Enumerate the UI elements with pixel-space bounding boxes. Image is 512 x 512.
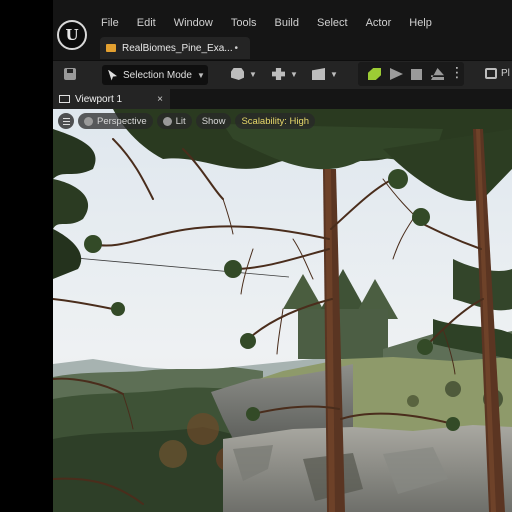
- selection-mode-dropdown[interactable]: Selection Mode ▼: [102, 65, 208, 85]
- blueprint-button[interactable]: ▼: [272, 68, 298, 80]
- close-icon[interactable]: ×: [157, 94, 163, 105]
- viewport-tab[interactable]: Viewport 1 ×: [53, 89, 170, 109]
- blueprint-icon: [272, 68, 285, 80]
- menu-select[interactable]: Select: [317, 17, 348, 29]
- menu-build[interactable]: Build: [275, 17, 299, 29]
- menu-file[interactable]: File: [101, 17, 119, 29]
- play-settings-icon[interactable]: [368, 68, 381, 80]
- cinematics-button[interactable]: ▼: [312, 68, 338, 80]
- menu-tools[interactable]: Tools: [231, 17, 257, 29]
- add-actor-icon: [231, 68, 244, 80]
- cursor-icon: [108, 69, 117, 81]
- show-button[interactable]: Show: [195, 113, 232, 129]
- scalability-label: Scalability: High: [241, 115, 310, 127]
- menu-actor[interactable]: Actor: [366, 17, 392, 29]
- platforms-button[interactable]: Pl: [485, 68, 510, 79]
- unreal-editor-window: U File Edit Window Tools Build Select Ac…: [53, 0, 512, 512]
- lit-icon: [162, 116, 172, 126]
- perspective-icon: [84, 116, 93, 126]
- unsaved-indicator: •: [234, 42, 238, 54]
- viewport-toolbar: Perspective Lit Show Scalability: High: [58, 112, 316, 130]
- save-icon[interactable]: [64, 68, 76, 80]
- chevron-down-icon: ▼: [290, 69, 298, 79]
- show-label: Show: [201, 115, 226, 127]
- chevron-down-icon: ▼: [196, 70, 205, 80]
- chevron-down-icon: ▼: [249, 69, 257, 79]
- platforms-label: Pl: [501, 68, 510, 79]
- viewport-tab-bar: Viewport 1 ×: [53, 89, 512, 109]
- perspective-button[interactable]: Perspective: [78, 113, 153, 129]
- level-icon: [106, 44, 116, 52]
- unreal-logo-icon[interactable]: U: [57, 20, 87, 50]
- menu-bar: File Edit Window Tools Build Select Acto…: [101, 17, 450, 29]
- level-document-label: RealBiomes_Pine_Exa...: [122, 42, 233, 54]
- menu-edit[interactable]: Edit: [137, 17, 156, 29]
- stop-icon[interactable]: [411, 69, 422, 80]
- viewport-icon: [59, 95, 70, 103]
- viewport-options-icon[interactable]: [58, 113, 74, 129]
- lit-label: Lit: [175, 115, 186, 127]
- play-controls: ⋮: [358, 62, 464, 86]
- main-toolbar: Selection Mode ▼ ▼ ▼ ▼ ⋮ Pl: [53, 60, 512, 89]
- selection-mode-label: Selection Mode: [123, 69, 192, 81]
- play-icon[interactable]: [390, 68, 403, 80]
- viewport-tab-label: Viewport 1: [75, 93, 123, 105]
- add-actor-button[interactable]: ▼: [231, 68, 257, 80]
- more-vertical-icon[interactable]: ⋮: [450, 65, 464, 79]
- clapper-icon: [312, 68, 325, 80]
- level-document-tab[interactable]: RealBiomes_Pine_Exa... •: [100, 37, 250, 59]
- eject-icon[interactable]: [431, 68, 444, 80]
- menu-window[interactable]: Window: [174, 17, 213, 29]
- scalability-badge[interactable]: Scalability: High: [235, 113, 316, 129]
- title-bar: U File Edit Window Tools Build Select Ac…: [53, 0, 512, 60]
- level-viewport[interactable]: Perspective Lit Show Scalability: High: [53, 109, 512, 512]
- perspective-label: Perspective: [97, 115, 147, 127]
- menu-help[interactable]: Help: [409, 17, 432, 29]
- chevron-down-icon: ▼: [330, 69, 338, 79]
- platforms-icon: [485, 68, 497, 79]
- viewport-scene: [53, 109, 512, 512]
- lit-view-mode-button[interactable]: Lit: [156, 113, 192, 129]
